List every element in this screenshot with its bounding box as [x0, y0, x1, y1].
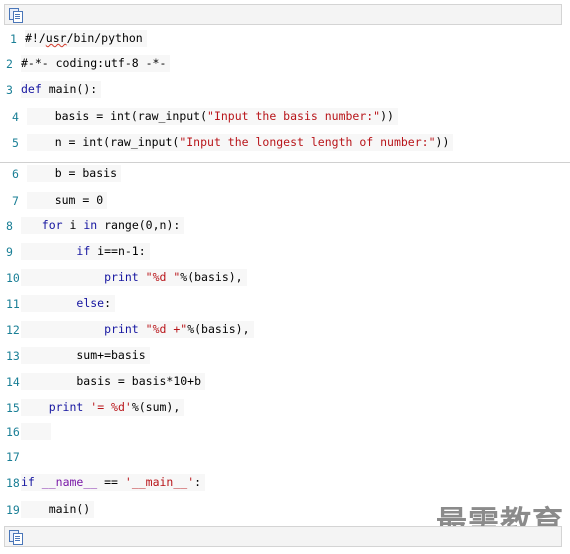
line-number: 13	[6, 349, 20, 363]
code-line: 6 b = basis	[0, 163, 570, 185]
code-line: 17	[0, 446, 570, 468]
code-text: #!/usr/bin/python	[25, 30, 147, 47]
line-number: 6	[12, 167, 19, 181]
code-text: def main():	[21, 81, 102, 98]
code-text: if i==n-1:	[21, 243, 150, 260]
code-text: main()	[21, 501, 95, 518]
line-number: 17	[6, 450, 20, 464]
line-number: 11	[6, 297, 20, 311]
code-text: basis = basis*10+b	[21, 373, 206, 390]
line-number: 2	[6, 57, 13, 71]
code-text: if __name__ == '__main__':	[21, 474, 206, 491]
code-line: 13 sum+=basis	[0, 345, 570, 367]
code-toolbar-top	[4, 4, 562, 25]
code-text: b = basis	[27, 165, 122, 182]
code-text: for i in range(0,n):	[21, 217, 185, 234]
code-line: 2 #-*- coding:utf-8 -*-	[0, 53, 570, 75]
code-line: 10 print "%d "%(basis),	[0, 267, 570, 289]
line-number: 5	[12, 136, 19, 150]
line-number: 4	[12, 110, 19, 124]
code-toolbar-bottom	[4, 526, 562, 547]
code-line: 18 if __name__ == '__main__':	[0, 472, 570, 494]
code-text: print "%d "%(basis),	[21, 269, 247, 286]
line-number: 7	[12, 194, 19, 208]
code-text	[21, 423, 51, 440]
view-source-icon[interactable]	[8, 529, 24, 545]
code-line: 3 def main():	[0, 79, 570, 101]
code-line: 14 basis = basis*10+b	[0, 371, 570, 393]
line-number: 3	[6, 83, 13, 97]
code-text: sum+=basis	[21, 347, 150, 364]
code-line: 12 print "%d +"%(basis),	[0, 319, 570, 341]
code-line: 4 basis = int(raw_input("Input the basis…	[0, 106, 570, 128]
code-text: sum = 0	[27, 192, 108, 209]
line-number: 18	[6, 476, 20, 490]
code-text: basis = int(raw_input("Input the basis n…	[27, 108, 398, 125]
line-number: 9	[6, 245, 13, 259]
line-number: 1	[10, 32, 17, 46]
code-text: print '= %d'%(sum),	[21, 399, 185, 416]
line-number: 15	[6, 401, 20, 415]
line-number: 19	[6, 503, 20, 517]
line-number: 8	[6, 219, 13, 233]
code-line: 5 n = int(raw_input("Input the longest l…	[0, 132, 570, 154]
code-text: print "%d +"%(basis),	[21, 321, 254, 338]
code-text: n = int(raw_input("Input the longest len…	[27, 134, 454, 151]
code-line: 1 #!/usr/bin/python	[0, 28, 570, 50]
code-line: 9 if i==n-1:	[0, 241, 570, 263]
code-line: 11 else:	[0, 293, 570, 315]
code-line: 7 sum = 0	[0, 190, 570, 212]
line-number: 10	[6, 271, 20, 285]
code-text: else:	[21, 295, 116, 312]
code-line: 15 print '= %d'%(sum),	[0, 397, 570, 419]
view-source-icon[interactable]	[8, 7, 24, 23]
line-number: 16	[6, 425, 20, 439]
line-number: 12	[6, 323, 20, 337]
code-line: 8 for i in range(0,n):	[0, 215, 570, 237]
code-text: #-*- coding:utf-8 -*-	[21, 55, 171, 72]
line-number: 14	[6, 375, 20, 389]
code-line: 16	[0, 421, 570, 443]
